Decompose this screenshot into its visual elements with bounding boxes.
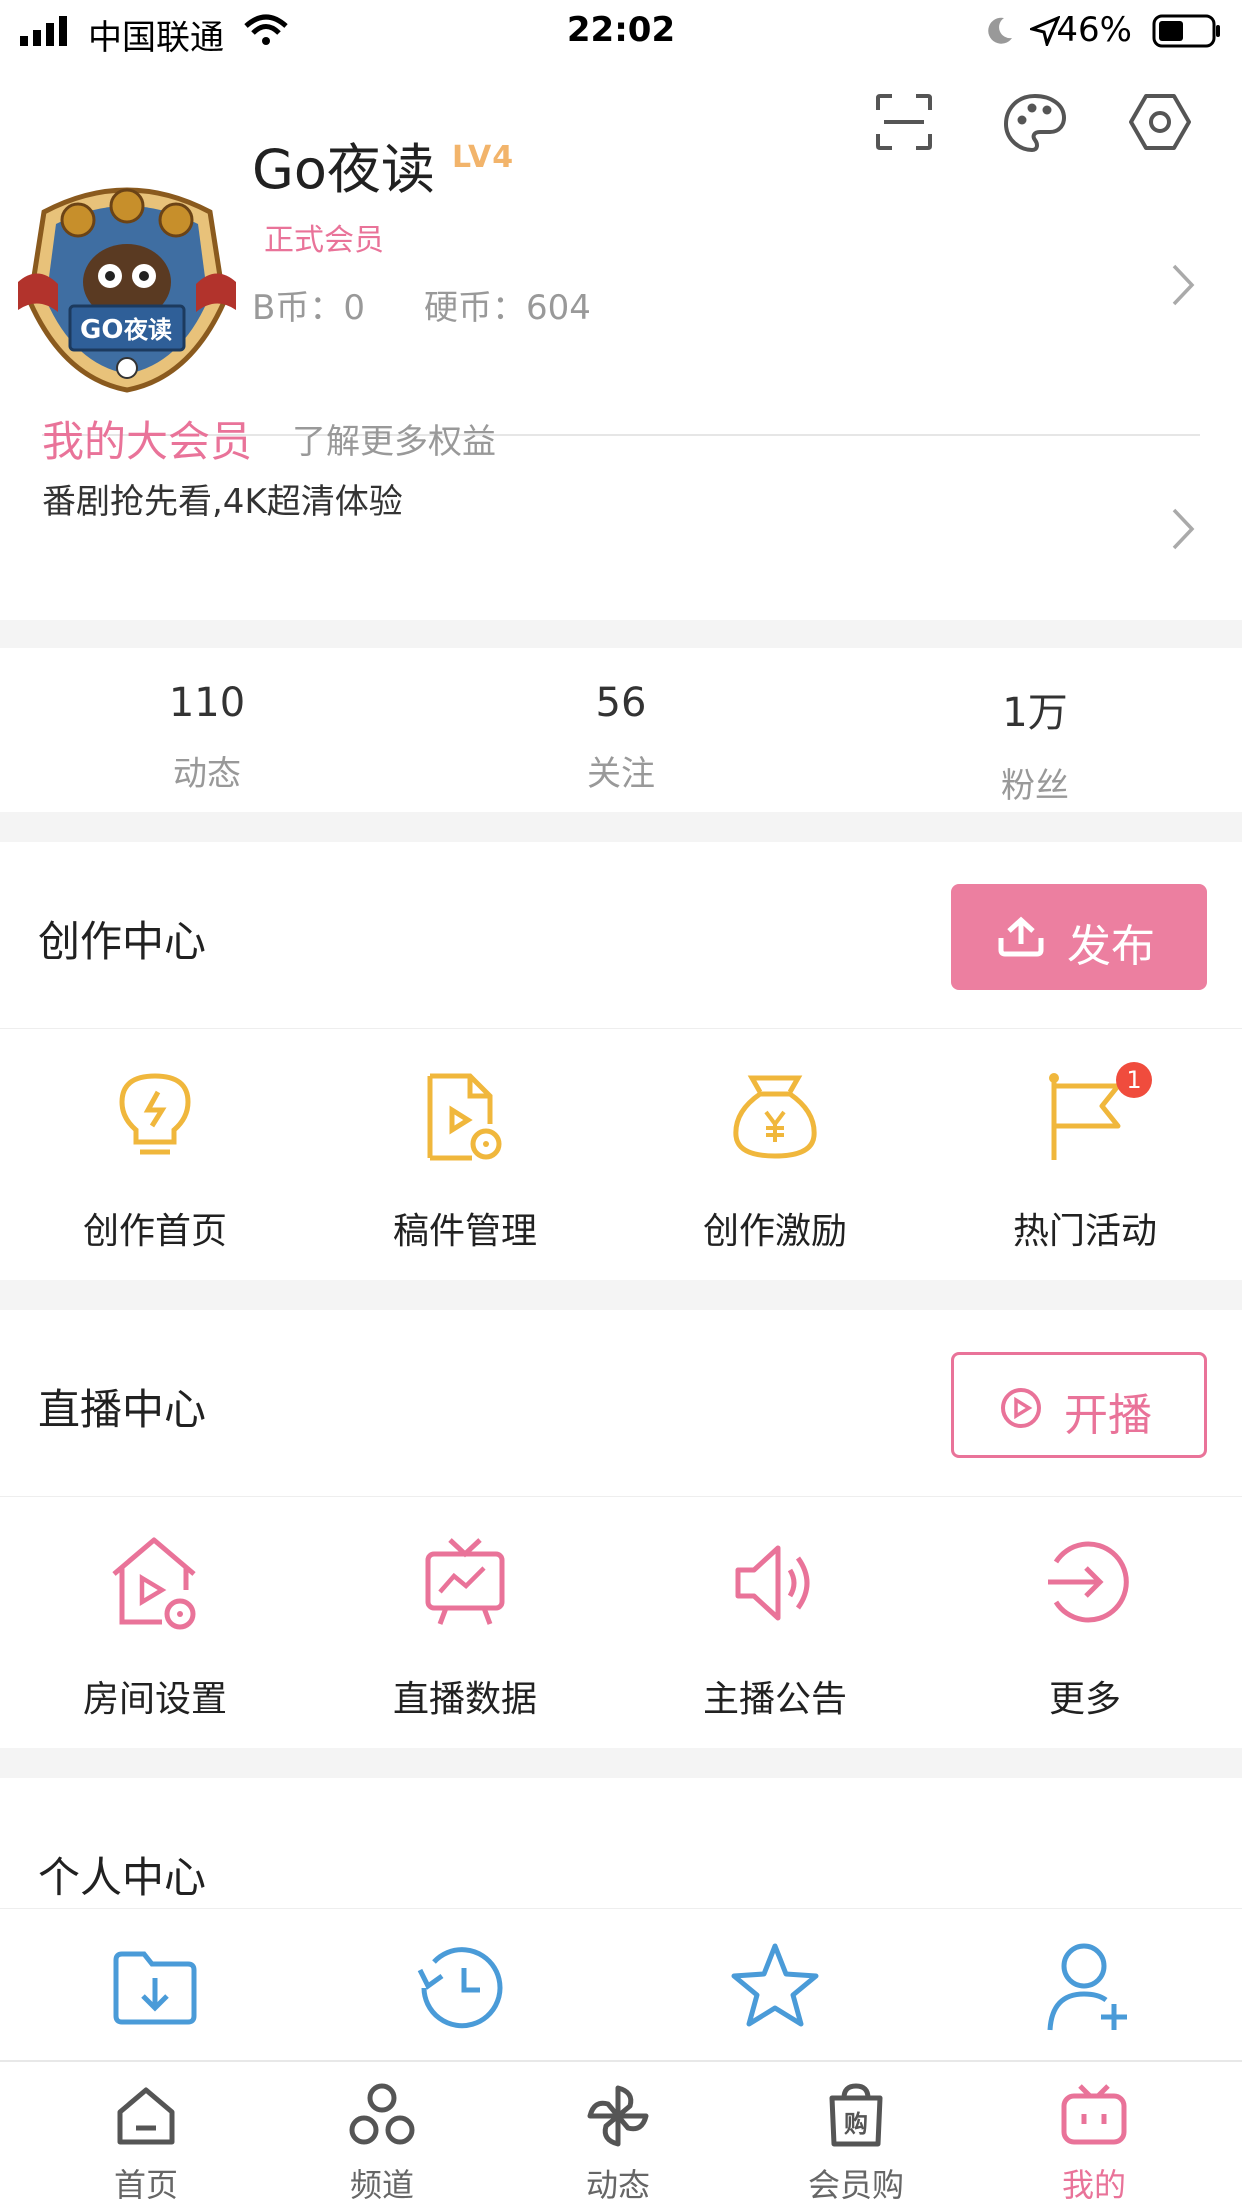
stat-value: 110 — [168, 680, 246, 726]
live-center: 直播中心 开播 房间设置 直播数据 主播公告 更多 — [0, 1310, 1242, 1748]
status-bar: 中国联通 22:02 46% — [0, 0, 1242, 62]
tab-home[interactable]: 首页 — [28, 2062, 264, 2208]
speaker-icon — [735, 1545, 810, 1621]
stat-fans[interactable]: 1万 粉丝 — [828, 648, 1242, 807]
svg-text:GO: GO — [80, 315, 123, 345]
star-icon — [731, 1943, 819, 2027]
tab-channel[interactable]: 频道 — [264, 2062, 500, 2208]
go-live-label: 开播 — [1064, 1390, 1152, 1441]
avatar-badge-icon: GO 夜读 — [18, 187, 236, 393]
stat-value: 56 — [595, 680, 647, 726]
manuscript-management[interactable]: 稿件管理 — [310, 1062, 620, 1262]
profile-chevron-right-icon[interactable] — [1170, 262, 1196, 308]
following-list[interactable] — [930, 1943, 1240, 2058]
shopping-bag-icon: 购 — [829, 2083, 883, 2147]
creation-home[interactable]: 创作首页 — [0, 1062, 310, 1262]
history-icon — [417, 1947, 503, 2029]
grid-label: 直播数据 — [392, 1679, 537, 1720]
personal-center: 个人中心 — [0, 1778, 1242, 2068]
theme-button[interactable] — [1002, 92, 1068, 154]
publish-label: 发布 — [1067, 921, 1155, 972]
level-badge: LV4 — [452, 140, 515, 175]
tab-member-shop[interactable]: 购 会员购 — [738, 2062, 974, 2208]
section-title: 直播中心 — [38, 1385, 207, 1434]
live-data[interactable]: 直播数据 — [310, 1530, 620, 1730]
home-icon — [117, 2087, 175, 2145]
publish-button[interactable]: 发布 — [951, 884, 1207, 990]
stats-bar: 110 动态 56 关注 1万 粉丝 — [0, 648, 1242, 812]
room-settings-icon — [112, 1537, 196, 1630]
room-settings[interactable]: 房间设置 — [0, 1530, 310, 1730]
moon-icon — [988, 17, 1012, 44]
stat-posts[interactable]: 110 动态 — [0, 648, 414, 795]
tab-mine[interactable]: 我的 — [976, 2062, 1212, 2208]
grid-label: 稿件管理 — [392, 1211, 537, 1252]
vip-title: 我的大会员 — [42, 417, 253, 466]
grid-label: 更多 — [1048, 1679, 1121, 1720]
channel-icon — [349, 2083, 415, 2145]
tab-label: 频道 — [349, 2166, 414, 2204]
settings-button[interactable] — [1128, 92, 1192, 152]
upload-icon — [998, 916, 1044, 957]
divider — [0, 1496, 1242, 1497]
svg-text:购: 购 — [844, 2110, 868, 2138]
tab-label: 会员购 — [807, 2166, 904, 2204]
tab-dynamic[interactable]: 动态 — [500, 2062, 736, 2208]
hexagon-settings-icon — [1129, 94, 1191, 150]
live-data-icon — [425, 1538, 505, 1625]
manuscript-icon — [427, 1073, 502, 1161]
scan-icon — [876, 94, 932, 150]
pinwheel-icon — [587, 2085, 649, 2147]
vip-subtitle: 番剧抢先看,4K超清体验 — [42, 482, 403, 522]
divider — [0, 1028, 1242, 1029]
divider — [0, 1908, 1242, 1909]
grid-label: 房间设置 — [82, 1679, 227, 1720]
svg-text:夜读: 夜读 — [123, 316, 172, 344]
creation-center: 创作中心 发布 创作首页 稿件管理 创作激励 1 热门活动 — [0, 842, 1242, 1280]
play-circle-icon — [1001, 1388, 1041, 1428]
battery-icon — [1152, 14, 1220, 48]
grid-label: 主播公告 — [702, 1679, 847, 1720]
watch-history[interactable] — [310, 1947, 620, 2058]
stat-label: 关注 — [587, 754, 655, 794]
more[interactable]: 更多 — [930, 1530, 1240, 1730]
battery-percent: 46% — [1056, 10, 1132, 50]
stat-following[interactable]: 56 关注 — [414, 648, 828, 795]
streamer-announcement[interactable]: 主播公告 — [620, 1530, 930, 1730]
arrow-circle-icon — [1048, 1541, 1129, 1623]
tab-label: 动态 — [585, 2166, 650, 2204]
tab-label: 我的 — [1061, 2166, 1126, 2204]
lightbulb-icon — [119, 1073, 191, 1155]
download-folder-icon — [113, 1951, 197, 2025]
offline-cache[interactable] — [0, 1948, 310, 2058]
grid-label: 创作首页 — [82, 1211, 227, 1252]
b-coin-count: B币：0 — [252, 288, 365, 328]
coin-count: 硬币：604 — [424, 288, 591, 328]
avatar[interactable]: GO 夜读 — [18, 172, 236, 394]
grid-label: 热门活动 — [1012, 1211, 1157, 1252]
hot-activities[interactable]: 1 热门活动 — [930, 1062, 1240, 1262]
tab-label: 首页 — [113, 2166, 178, 2204]
flag-icon — [1049, 1073, 1121, 1160]
section-title: 个人中心 — [38, 1853, 207, 1902]
tv-icon — [1061, 2084, 1127, 2145]
member-tag: 正式会员 — [264, 223, 384, 258]
notification-badge: 1 — [1116, 1062, 1152, 1098]
grid-label: 创作激励 — [702, 1211, 847, 1252]
scan-button[interactable] — [874, 92, 934, 152]
go-live-button[interactable]: 开播 — [951, 1352, 1207, 1458]
section-title: 创作中心 — [38, 917, 207, 966]
favorites[interactable] — [620, 1943, 930, 2058]
vip-more-link[interactable]: 了解更多权益 — [292, 414, 496, 463]
palette-icon — [1003, 93, 1067, 153]
bottom-tab-bar: 首页 频道 动态 购 会员购 我的 — [0, 2060, 1242, 2208]
username[interactable]: Go夜读 — [252, 125, 435, 204]
stat-label: 动态 — [173, 754, 241, 794]
money-bag-icon — [733, 1075, 817, 1159]
stat-value: 1万 — [1002, 690, 1068, 736]
vip-chevron-right-icon[interactable] — [1170, 506, 1196, 552]
add-user-icon — [1047, 1943, 1127, 2031]
stat-label: 粉丝 — [1001, 766, 1069, 806]
creation-incentive[interactable]: 创作激励 — [620, 1062, 930, 1262]
